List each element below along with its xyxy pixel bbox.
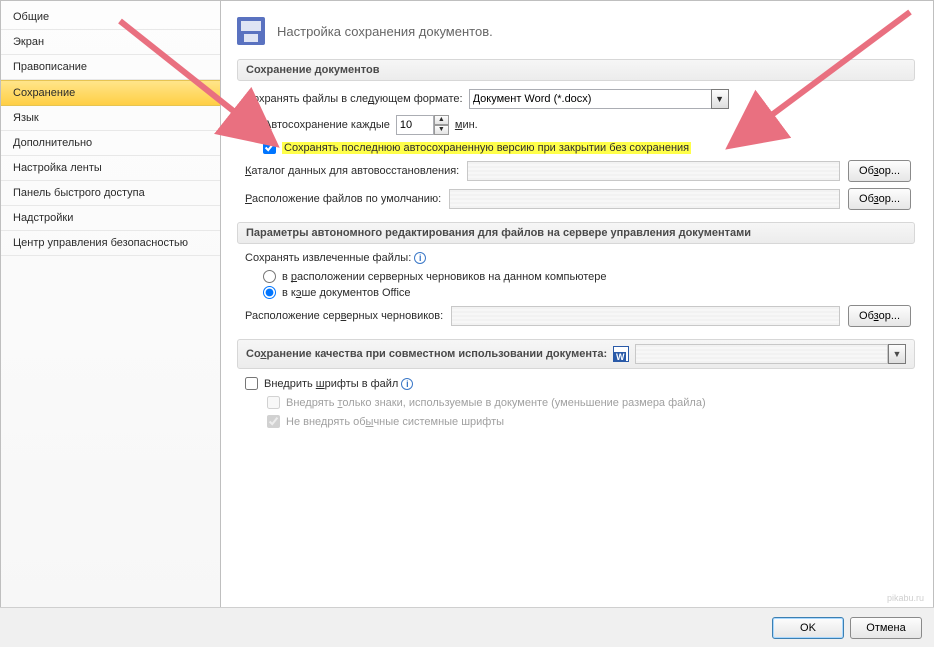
ok-button[interactable]: OK xyxy=(772,617,844,639)
sidebar-item-trust-center[interactable]: Центр управления безопасностью xyxy=(1,231,220,256)
cancel-button[interactable]: Отмена xyxy=(850,617,922,639)
server-drafts-location-label: Расположение серверных черновиков: xyxy=(245,310,443,322)
dialog-footer: OK Отмена xyxy=(0,607,934,647)
sidebar-item-display[interactable]: Экран xyxy=(1,30,220,55)
sidebar-item-save[interactable]: Сохранение xyxy=(1,80,220,106)
sidebar-item-quick-access[interactable]: Панель быстрого доступа xyxy=(1,181,220,206)
sidebar-item-advanced[interactable]: Дополнительно xyxy=(1,131,220,156)
autorecover-location-label: Каталог данных для автовосстановления: xyxy=(245,165,459,177)
do-not-embed-system-fonts-label: Не внедрять обычные системные шрифты xyxy=(286,416,504,428)
group-header-save: Сохранение документов xyxy=(237,59,915,81)
autosave-checkbox[interactable] xyxy=(245,119,258,132)
embed-fonts-checkbox[interactable] xyxy=(245,377,258,390)
radio-server-drafts-location[interactable] xyxy=(263,270,276,283)
options-sidebar: Общие Экран Правописание Сохранение Язык… xyxy=(1,1,221,607)
info-icon[interactable]: i xyxy=(414,252,426,264)
embed-only-used-chars-label: Внедрять только знаки, используемые в до… xyxy=(286,397,706,409)
word-document-icon xyxy=(613,346,629,362)
save-format-dropdown-button[interactable]: ▼ xyxy=(711,89,729,109)
radio-office-document-cache[interactable] xyxy=(263,286,276,299)
default-file-location-label: Расположение файлов по умолчанию: xyxy=(245,193,441,205)
autosave-label: Автосохранение каждые xyxy=(264,119,390,131)
radio-office-document-cache-label: в кэше документов Office xyxy=(282,287,411,299)
sidebar-item-proofing[interactable]: Правописание xyxy=(1,55,220,80)
browse-server-drafts-button[interactable]: Обзор... xyxy=(848,305,911,327)
keep-last-autosave-checkbox[interactable] xyxy=(263,141,276,154)
browse-autorecover-button[interactable]: Обзор... xyxy=(848,160,911,182)
default-file-location-input[interactable] xyxy=(449,189,840,209)
save-format-combobox[interactable] xyxy=(469,89,711,109)
page-title: Настройка сохранения документов. xyxy=(277,24,493,39)
fidelity-document-combobox[interactable] xyxy=(635,344,888,364)
embed-only-used-chars-checkbox xyxy=(267,396,280,409)
sidebar-item-language[interactable]: Язык xyxy=(1,106,220,131)
group-save-documents: Сохранение документов Сохранять файлы в … xyxy=(237,59,915,210)
info-icon[interactable]: i xyxy=(401,378,413,390)
do-not-embed-system-fonts-checkbox xyxy=(267,415,280,428)
fidelity-document-dropdown-button[interactable]: ▼ xyxy=(888,344,906,364)
autorecover-location-input[interactable] xyxy=(467,161,840,181)
group-preserve-fidelity: Сохранение качества при совместном испол… xyxy=(237,339,915,428)
watermark-text: pikabu.ru xyxy=(887,593,924,603)
autosave-unit-label: мин. xyxy=(455,119,478,131)
embed-fonts-label: Внедрить шрифты в файлi xyxy=(264,378,413,390)
sidebar-item-general[interactable]: Общие xyxy=(1,5,220,30)
spinner-down-button[interactable]: ▼ xyxy=(434,125,449,135)
group-offline-editing: Параметры автономного редактирования для… xyxy=(237,222,915,327)
options-content: Настройка сохранения документов. Сохране… xyxy=(221,1,933,607)
save-format-label: Сохранять файлы в следующем формате: xyxy=(245,93,463,105)
keep-last-autosave-label: Сохранять последнюю автосохраненную верс… xyxy=(282,142,691,154)
save-extracted-files-label: Сохранять извлеченные файлы:i xyxy=(245,252,426,264)
group-header-fidelity: Сохранение качества при совместном испол… xyxy=(237,339,915,369)
radio-server-drafts-location-label: в расположении серверных черновиков на д… xyxy=(282,271,607,283)
autosave-interval-input[interactable] xyxy=(396,115,434,135)
sidebar-item-ribbon[interactable]: Настройка ленты xyxy=(1,156,220,181)
group-header-offline: Параметры автономного редактирования для… xyxy=(237,222,915,244)
spinner-up-button[interactable]: ▲ xyxy=(434,115,449,125)
browse-default-location-button[interactable]: Обзор... xyxy=(848,188,911,210)
server-drafts-location-input[interactable] xyxy=(451,306,840,326)
sidebar-item-addins[interactable]: Надстройки xyxy=(1,206,220,231)
save-icon xyxy=(237,17,265,45)
